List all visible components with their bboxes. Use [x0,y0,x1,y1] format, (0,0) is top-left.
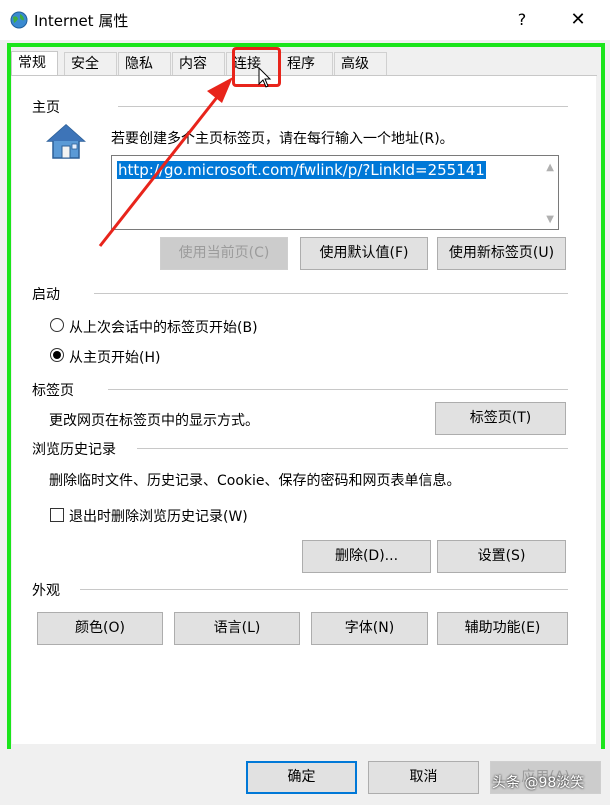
window-title: Internet 属性 [34,12,129,30]
tabs-section-title: 标签页 [32,383,74,399]
tab-security[interactable]: 安全 [64,52,117,75]
tabs-divider [108,389,568,390]
ok-button[interactable]: 确定 [246,761,357,794]
tab-general[interactable]: 常规 [11,51,58,76]
red-highlight-box [232,47,281,87]
homepage-section-title: 主页 [32,100,60,116]
title-bar: Internet 属性 ? ✕ [0,0,610,40]
history-settings-button[interactable]: 设置(S) [437,540,566,573]
history-divider [137,448,568,449]
languages-button[interactable]: 语言(L) [174,612,300,645]
appearance-divider [80,589,568,590]
last-session-label: 从上次会话中的标签页开始(B) [69,320,258,336]
watermark-text: 头条 @98淡笑 [492,775,585,791]
use-current-button[interactable]: 使用当前页(C) [160,237,288,270]
colors-button[interactable]: 颜色(O) [37,612,163,645]
close-button[interactable]: ✕ [566,8,590,32]
tab-programs[interactable]: 程序 [280,52,333,75]
radio-last-session[interactable] [50,318,64,332]
radio-homepage[interactable] [50,348,64,362]
delete-on-exit-checkbox[interactable] [50,508,64,522]
tabs-description: 更改网页在标签页中的显示方式。 [49,413,259,429]
homepage-start-label: 从主页开始(H) [69,350,161,366]
homepage-divider [118,106,568,107]
home-icon [46,123,86,159]
homepage-instruction: 若要创建多个主页标签页，请在每行输入一个地址(R)。 [111,131,454,147]
tab-strip: 常规 安全 隐私 内容 连接 程序 高级 [11,51,597,76]
use-default-button[interactable]: 使用默认值(F) [300,237,428,270]
delete-on-exit-label: 退出时删除浏览历史记录(W) [69,509,248,525]
cancel-button[interactable]: 取消 [368,761,479,794]
scroll-down-arrow-icon[interactable]: ▼ [546,214,554,225]
appearance-section-title: 外观 [32,583,60,599]
tab-content[interactable]: 内容 [172,52,225,75]
internet-options-icon [10,11,28,29]
homepage-url-textarea[interactable]: http://go.microsoft.com/fwlink/p/?LinkId… [111,155,559,230]
homepage-url-value: http://go.microsoft.com/fwlink/p/?LinkId… [117,161,486,179]
delete-history-button[interactable]: 删除(D)... [302,540,431,573]
use-new-tab-button[interactable]: 使用新标签页(U) [437,237,566,270]
help-button[interactable]: ? [510,8,534,32]
startup-divider [94,293,568,294]
tab-advanced[interactable]: 高级 [334,52,387,75]
accessibility-button[interactable]: 辅助功能(E) [437,612,568,645]
tab-privacy[interactable]: 隐私 [118,52,171,75]
history-description: 删除临时文件、历史记录、Cookie、保存的密码和网页表单信息。 [49,473,461,489]
mouse-cursor-icon [258,67,272,88]
scroll-up-arrow-icon[interactable]: ▲ [546,162,554,173]
history-section-title: 浏览历史记录 [32,442,116,458]
tabs-settings-button[interactable]: 标签页(T) [435,402,566,435]
fonts-button[interactable]: 字体(N) [311,612,428,645]
startup-section-title: 启动 [32,287,60,303]
